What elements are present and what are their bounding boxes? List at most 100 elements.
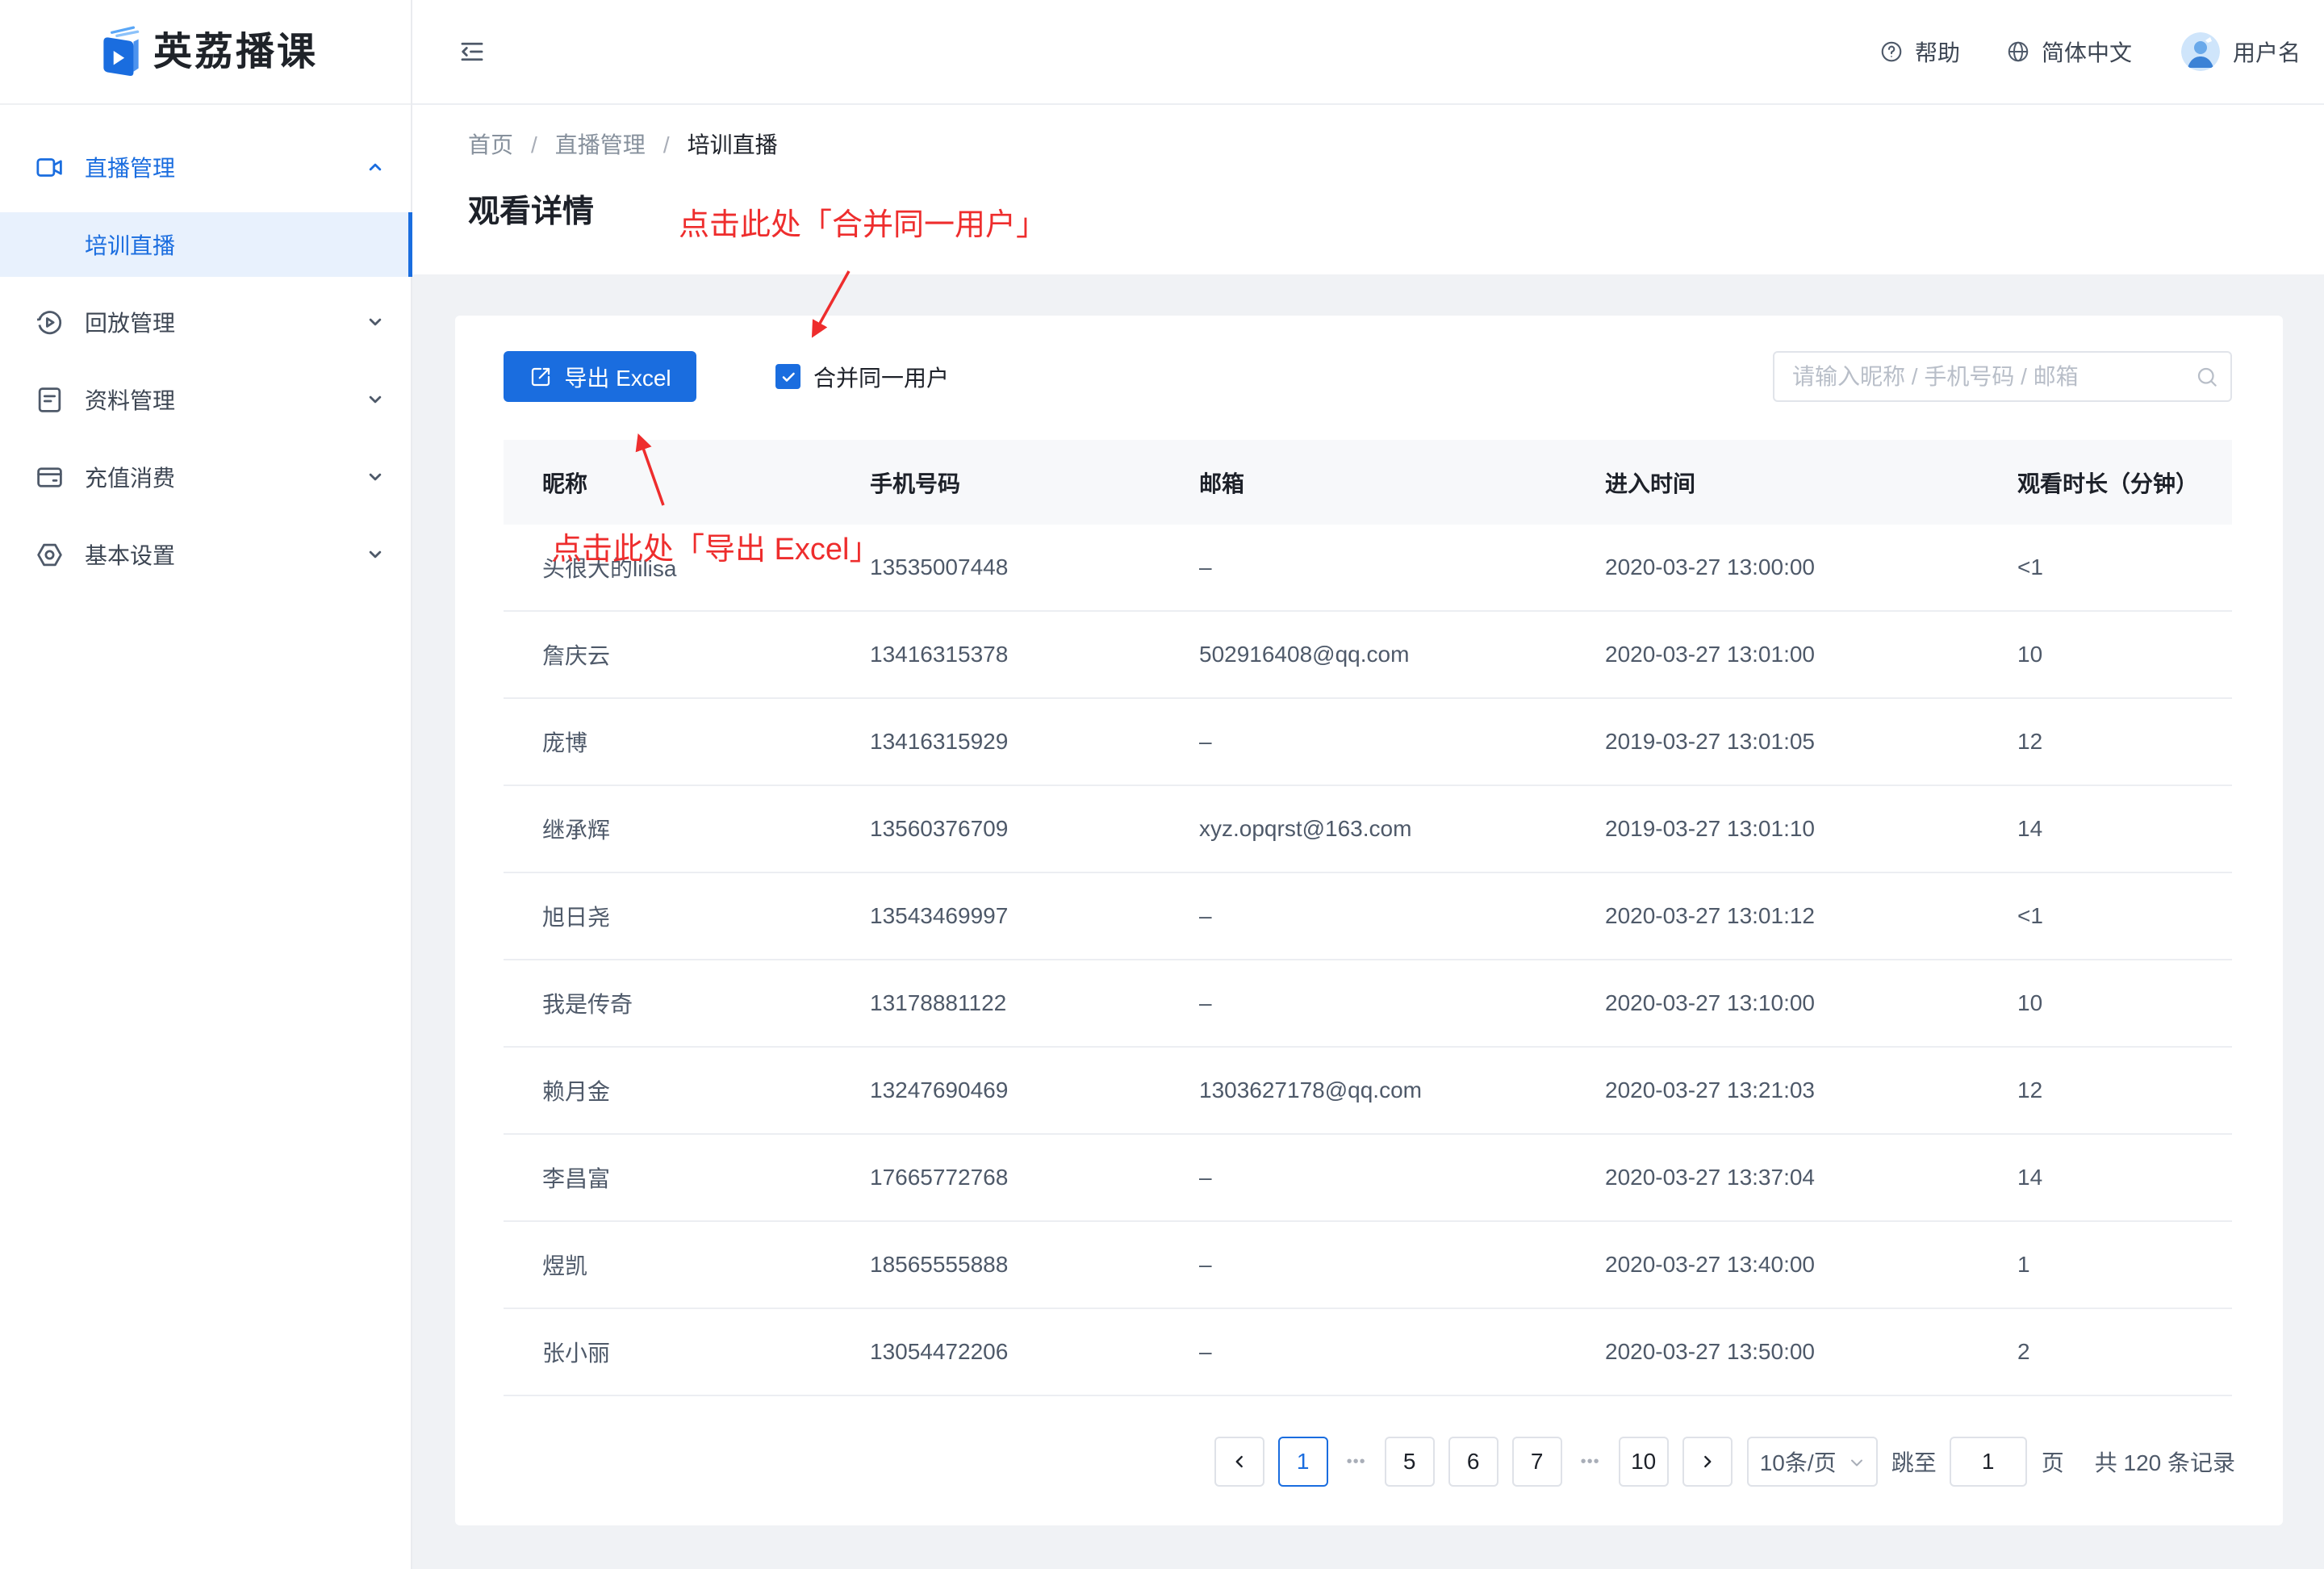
- user-menu[interactable]: 用户名: [2180, 32, 2301, 71]
- duration-cell: 12: [2017, 1077, 2043, 1102]
- phone-cell: 13247690469: [870, 1077, 1009, 1102]
- table-row: 庞博 13416315929 – 2019-03-27 13:01:05 12: [504, 699, 2232, 786]
- sidebar-item-label: 资料管理: [85, 388, 176, 413]
- column-header-duration[interactable]: 观看时长（分钟）: [1979, 467, 2232, 499]
- entered-at-cell: 2020-03-27 13:50:00: [1605, 1339, 1815, 1364]
- sidebar-item-label: 回放管理: [85, 311, 176, 336]
- page-size-value: 10条/页: [1759, 1450, 1837, 1475]
- logo[interactable]: 英荔播课: [0, 0, 411, 105]
- column-header-nickname[interactable]: 昵称: [504, 467, 831, 499]
- column-header-phone[interactable]: 手机号码: [831, 467, 1160, 499]
- check-icon: [782, 372, 795, 382]
- entered-at-cell: 2020-03-27 13:01:00: [1605, 642, 1815, 667]
- duration-cell: 10: [2017, 990, 2043, 1015]
- table-row: 旭日尧 13543469997 – 2020-03-27 13:01:12 <1: [504, 873, 2232, 960]
- duration-cell: <1: [2017, 903, 2043, 928]
- avatar: [2180, 32, 2220, 71]
- question-circle-icon: [1879, 40, 1904, 64]
- entered-at-cell: 2020-03-27 13:21:03: [1605, 1077, 1815, 1102]
- logo-icon: [100, 24, 142, 79]
- email-cell: –: [1199, 990, 1212, 1015]
- sidebar-item-materials-management[interactable]: 资料管理: [0, 361, 411, 438]
- sidebar-item-live-management[interactable]: 直播管理: [0, 128, 411, 206]
- table-header-row: 昵称 手机号码 邮箱 进入时间 观看时长（分钟）: [504, 440, 2232, 525]
- wallet-icon: [35, 462, 65, 492]
- email-cell: –: [1199, 729, 1212, 754]
- sidebar-subitem-label: 培训直播: [85, 233, 176, 258]
- nickname-cell: 继承辉: [542, 818, 611, 843]
- email-cell: –: [1199, 1165, 1212, 1190]
- merge-same-user-checkbox[interactable]: [775, 364, 800, 389]
- column-header-email[interactable]: 邮箱: [1160, 467, 1566, 499]
- sidebar-item-label: 基本设置: [85, 543, 176, 568]
- merge-same-user-option[interactable]: 合并同一用户: [775, 351, 949, 402]
- phone-cell: 13535007448: [870, 554, 1009, 579]
- duration-cell: 12: [2017, 729, 2043, 754]
- export-excel-button[interactable]: 导出 Excel: [504, 351, 696, 402]
- page-title: 观看详情: [468, 195, 595, 229]
- total-records-label: 共 120 条记录: [2094, 1450, 2235, 1475]
- page-button-1[interactable]: 1: [1277, 1437, 1328, 1487]
- annotation-merge-hint: 点击此处「合并同一用户」: [679, 208, 1047, 242]
- entered-at-cell: 2020-03-27 13:37:04: [1605, 1165, 1815, 1190]
- nickname-cell: 庞博: [542, 730, 588, 755]
- page-button-10[interactable]: 10: [1618, 1437, 1669, 1487]
- next-page-button[interactable]: [1682, 1437, 1733, 1487]
- search-input[interactable]: [1774, 353, 2230, 400]
- chevron-down-icon: [364, 466, 387, 488]
- phone-cell: 17665772768: [870, 1165, 1009, 1190]
- help-label: 帮助: [1914, 40, 1960, 65]
- app-name: 英荔播课: [153, 31, 319, 73]
- duration-cell: <1: [2017, 554, 2043, 579]
- entered-at-cell: 2019-03-27 13:01:10: [1605, 816, 1815, 841]
- chevron-right-icon: [1703, 1455, 1712, 1468]
- export-icon: [529, 365, 553, 389]
- search-icon[interactable]: [2195, 365, 2219, 389]
- page-size-select[interactable]: 10条/页: [1746, 1437, 1878, 1487]
- table-row: 我是传奇 13178881122 – 2020-03-27 13:10:00 10: [504, 960, 2232, 1048]
- column-header-entered-at[interactable]: 进入时间: [1566, 467, 1979, 499]
- sidebar-menu: 直播管理 培训直播 回放管理 资料管理 充值消费 基本设置: [0, 128, 412, 593]
- breadcrumb-item-current: 培训直播: [687, 132, 778, 157]
- page-button-7[interactable]: 7: [1511, 1437, 1562, 1487]
- merge-same-user-label: 合并同一用户: [813, 365, 950, 391]
- nickname-cell: 李昌富: [542, 1166, 611, 1191]
- page-button-5[interactable]: 5: [1384, 1437, 1435, 1487]
- nickname-cell: 旭日尧: [542, 905, 611, 930]
- entered-at-cell: 2019-03-27 13:01:05: [1605, 729, 1815, 754]
- sidebar-item-replay-management[interactable]: 回放管理: [0, 283, 411, 361]
- phone-cell: 13416315378: [870, 642, 1009, 667]
- pagination-ellipsis[interactable]: •••: [1342, 1453, 1371, 1471]
- viewer-table: 昵称 手机号码 邮箱 进入时间 观看时长（分钟） 头很大的lilisa 13535…: [504, 440, 2232, 1396]
- duration-cell: 2: [2017, 1339, 2030, 1364]
- search-box[interactable]: [1773, 351, 2232, 402]
- sidebar-item-label: 直播管理: [85, 156, 176, 181]
- menu-fold-icon[interactable]: [458, 37, 487, 66]
- pagination: 1 ••• 5 6 7 ••• 10 10条/页 跳至 页 共 120 条记录: [1214, 1437, 2235, 1487]
- phone-cell: 18565555888: [870, 1252, 1009, 1277]
- sidebar-item-basic-settings[interactable]: 基本设置: [0, 516, 411, 593]
- language-switcher[interactable]: 简体中文: [2006, 36, 2132, 68]
- page-button-6[interactable]: 6: [1448, 1437, 1498, 1487]
- table-body: 头很大的lilisa 13535007448–2020-03-27 13:00:0…: [504, 525, 2232, 1396]
- entered-at-cell: 2020-03-27 13:01:12: [1605, 903, 1815, 928]
- sidebar-subitem-training-live[interactable]: 培训直播: [0, 212, 412, 277]
- jump-to-page-input[interactable]: [1949, 1437, 2027, 1487]
- jump-to-label: 跳至: [1891, 1450, 1937, 1475]
- chevron-down-icon: [1847, 1453, 1866, 1472]
- pagination-ellipsis[interactable]: •••: [1576, 1453, 1605, 1471]
- duration-cell: 14: [2017, 1165, 2043, 1190]
- replay-icon: [35, 308, 65, 337]
- prev-page-button[interactable]: [1214, 1437, 1264, 1487]
- email-cell: xyz.opqrst@163.com: [1199, 816, 1412, 841]
- breadcrumb-item-live-management[interactable]: 直播管理: [555, 131, 646, 160]
- table-row: 煜凯 18565555888 – 2020-03-27 13:40:00 1: [504, 1222, 2232, 1309]
- top-right-actions: 帮助 简体中文 用户名: [1879, 0, 2301, 103]
- email-cell: –: [1199, 554, 1212, 579]
- table-row: 继承辉 13560376709 xyz.opqrst@163.com 2019-03-…: [504, 786, 2232, 873]
- breadcrumb-item-home[interactable]: 首页: [468, 131, 513, 160]
- chevron-down-icon: [364, 311, 387, 333]
- help-link[interactable]: 帮助: [1879, 36, 1960, 68]
- sidebar-item-recharge[interactable]: 充值消费: [0, 438, 411, 516]
- phone-cell: 13560376709: [870, 816, 1009, 841]
